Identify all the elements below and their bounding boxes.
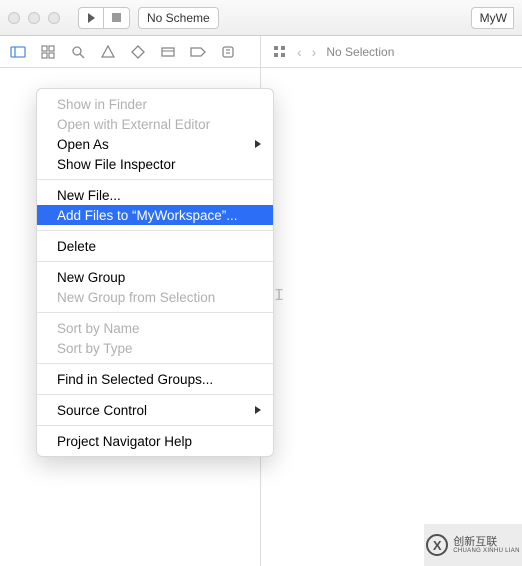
search-navigator-icon[interactable] (70, 44, 86, 60)
editor-breadcrumb: ‹ › No Selection (261, 44, 522, 60)
menu-open-with-external: Open with External Editor (37, 114, 273, 134)
menu-separator (37, 179, 273, 180)
source-control-navigator-icon[interactable] (40, 44, 56, 60)
minimize-window-icon[interactable] (28, 12, 40, 24)
watermark-logo-icon: X (426, 534, 448, 556)
back-icon[interactable]: ‹ (297, 44, 302, 60)
menu-separator (37, 363, 273, 364)
report-navigator-icon[interactable] (220, 44, 236, 60)
menu-new-file[interactable]: New File... (37, 185, 273, 205)
zoom-window-icon[interactable] (48, 12, 60, 24)
close-window-icon[interactable] (8, 12, 20, 24)
menu-show-file-inspector[interactable]: Show File Inspector (37, 154, 273, 174)
menu-sort-by-type: Sort by Type (37, 338, 273, 358)
menu-show-in-finder: Show in Finder (37, 94, 273, 114)
watermark-line1: 创新互联 (453, 536, 519, 548)
navigator-filter-bar: ‹ › No Selection (0, 36, 522, 68)
menu-new-group[interactable]: New Group (37, 267, 273, 287)
grid-icon[interactable] (271, 44, 287, 60)
menu-separator (37, 394, 273, 395)
menu-open-as-label: Open As (57, 137, 109, 152)
chevron-right-icon (255, 406, 261, 414)
debug-navigator-icon[interactable] (160, 44, 176, 60)
window-controls (8, 12, 60, 24)
watermark-line2: CHUANG XINHU LIAN (453, 548, 519, 555)
editor-panel (261, 68, 522, 566)
breakpoint-navigator-icon[interactable] (190, 44, 206, 60)
test-navigator-icon[interactable] (130, 44, 146, 60)
menu-separator (37, 425, 273, 426)
menu-new-group-from-selection: New Group from Selection (37, 287, 273, 307)
forward-icon[interactable]: › (312, 44, 317, 60)
menu-add-files[interactable]: Add Files to “MyWorkspace”... (37, 205, 273, 225)
breadcrumb-no-selection: No Selection (326, 45, 394, 59)
menu-delete[interactable]: Delete (37, 236, 273, 256)
navigator-tabs (0, 36, 261, 67)
run-stop-group (78, 7, 130, 29)
menu-sort-by-name: Sort by Name (37, 318, 273, 338)
menu-source-control[interactable]: Source Control (37, 400, 273, 420)
menu-find-in-selected[interactable]: Find in Selected Groups... (37, 369, 273, 389)
context-menu: Show in Finder Open with External Editor… (36, 88, 274, 457)
issue-navigator-icon[interactable] (100, 44, 116, 60)
stop-icon (112, 13, 121, 22)
run-button[interactable] (78, 7, 103, 29)
project-navigator-icon[interactable] (10, 44, 26, 60)
menu-open-as[interactable]: Open As (37, 134, 273, 154)
chevron-right-icon (255, 140, 261, 148)
menu-separator (37, 230, 273, 231)
menu-separator (37, 261, 273, 262)
scheme-selector[interactable]: No Scheme (138, 7, 219, 29)
workspace-button[interactable]: MyW (471, 7, 514, 29)
main-toolbar: No Scheme MyW (0, 0, 522, 36)
play-icon (88, 13, 95, 23)
menu-source-control-label: Source Control (57, 403, 147, 418)
menu-separator (37, 312, 273, 313)
stop-button[interactable] (103, 7, 130, 29)
bottom-watermark: X 创新互联 CHUANG XINHU LIAN (424, 524, 522, 566)
menu-project-navigator-help[interactable]: Project Navigator Help (37, 431, 273, 451)
